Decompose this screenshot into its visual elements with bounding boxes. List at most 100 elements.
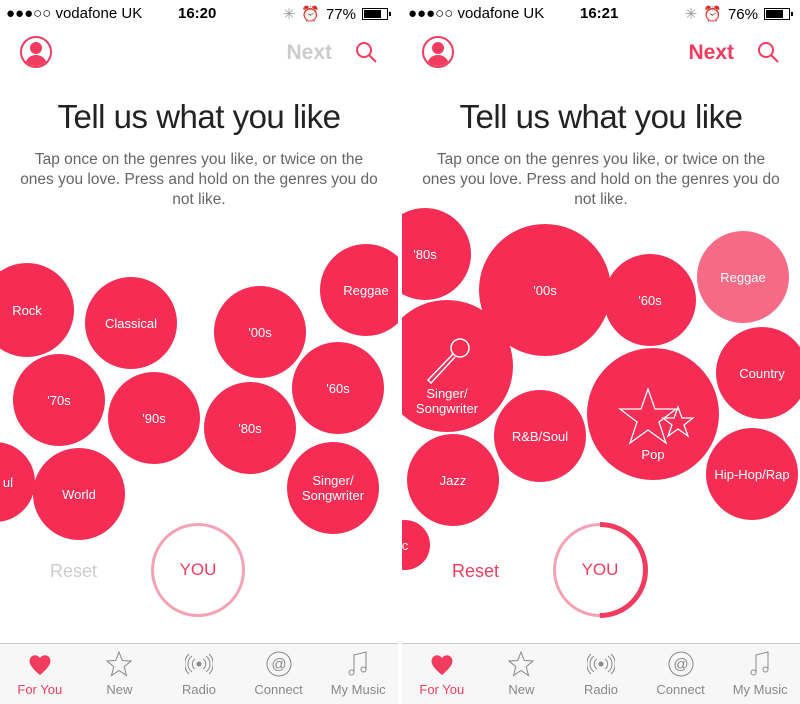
tab-for-you[interactable]: For You: [0, 644, 80, 704]
genre-label: c: [402, 537, 409, 553]
profile-button[interactable]: [422, 36, 454, 68]
instructions: Tap once on the genres you like, or twic…: [422, 151, 780, 208]
radio-icon: [184, 653, 213, 675]
tab-label: New: [106, 682, 133, 697]
you-progress[interactable]: YOU: [150, 522, 246, 618]
tab-bar: For You New Radio @ Connect My Music: [0, 643, 398, 704]
genre-label: R&B/Soul: [511, 428, 569, 444]
battery-percent: 76%: [727, 5, 758, 23]
genre-label: '70s: [47, 392, 71, 408]
tab-label: My Music: [330, 682, 386, 697]
tab-label: For You: [419, 682, 465, 697]
tab-label: New: [508, 682, 535, 697]
genre-label: Reggae: [343, 282, 389, 298]
radio-icon: [586, 653, 615, 675]
you-label: YOU: [581, 560, 619, 579]
tab-radio[interactable]: Radio: [159, 644, 239, 704]
genre-label: Jazz: [439, 472, 467, 488]
battery-percent: 77%: [325, 5, 356, 23]
genre-bubble[interactable]: Reggae: [320, 244, 398, 336]
battery-icon: [764, 8, 793, 20]
genre-bubble[interactable]: Reggae: [697, 231, 789, 323]
genre-label: Classical: [104, 315, 157, 331]
genre-bubble[interactable]: Jazz: [407, 434, 499, 526]
genre-label: '60s: [638, 292, 662, 308]
genre-bubble[interactable]: Hip-Hop/Rap: [706, 428, 798, 520]
carrier: ●●●○○ vodafone UK: [6, 5, 143, 22]
status-bar: ●●●○○ vodafone UK 16:20 ✳ ⏰ 77%: [0, 0, 398, 28]
reset-button[interactable]: Reset: [50, 561, 97, 582]
genre-label: '00s: [248, 324, 272, 340]
genre-bubble[interactable]: '60s: [604, 254, 696, 346]
heart-icon: [431, 655, 453, 675]
genre-label: World: [62, 486, 96, 502]
star-icon: [106, 650, 133, 677]
genre-bubble[interactable]: Singer/Songwriter: [287, 442, 379, 534]
genre-bubble[interactable]: '60s: [292, 342, 384, 434]
tab-radio[interactable]: Radio: [561, 644, 641, 704]
alarm-icon: ⏰: [301, 6, 320, 23]
carrier: ●●●○○ vodafone UK: [408, 5, 545, 22]
search-icon[interactable]: [354, 40, 378, 64]
genre-bubble[interactable]: R&B/Soul: [494, 390, 586, 482]
tab-connect[interactable]: @ Connect: [641, 644, 721, 704]
genre-bubble[interactable]: ul: [0, 442, 35, 522]
genre-bubble[interactable]: Rock: [0, 263, 74, 357]
screen-after: ●●●○○ vodafone UK 16:21 ✳ ⏰ 76% Next Tell …: [402, 0, 800, 704]
genre-bubble[interactable]: Pop: [587, 348, 719, 480]
tab-label: Connect: [254, 682, 303, 697]
genre-bubble[interactable]: '00s: [214, 286, 306, 378]
genre-label: Reggae: [720, 269, 766, 285]
screen-before: ●●●○○ vodafone UK 16:20 ✳ ⏰ 77% Next Tell …: [0, 0, 398, 704]
genre-bubble[interactable]: Country: [716, 327, 800, 419]
svg-text:@: @: [271, 656, 286, 673]
tab-for-you[interactable]: For You: [402, 644, 482, 704]
genre-label: '80s: [413, 246, 437, 262]
tab-connect[interactable]: @ Connect: [239, 644, 319, 704]
genre-label: '60s: [326, 380, 350, 396]
search-icon[interactable]: [756, 40, 780, 64]
genre-label: ul: [2, 474, 13, 490]
clock: 16:21: [580, 5, 619, 22]
alarm-icon: ⏰: [703, 6, 722, 23]
page-title: Tell us what you like: [57, 98, 341, 135]
tab-label: Connect: [656, 682, 705, 697]
music-note-icon: [750, 651, 769, 676]
genre-label: '90s: [142, 410, 166, 426]
tab-new[interactable]: New: [80, 644, 160, 704]
next-button[interactable]: Next: [286, 41, 332, 65]
genre-bubble[interactable]: Classical: [85, 277, 177, 369]
genre-label: Singer/Songwriter: [301, 473, 365, 503]
at-icon: @: [668, 651, 694, 677]
instructions: Tap once on the genres you like, or twic…: [20, 151, 378, 208]
status-bar: ●●●○○ vodafone UK 16:21 ✳ ⏰ 76%: [402, 0, 800, 28]
tab-my-music[interactable]: My Music: [318, 644, 398, 704]
battery-icon: [362, 8, 391, 20]
genre-bubble[interactable]: '70s: [13, 354, 105, 446]
tab-label: My Music: [732, 682, 788, 697]
genre-bubble[interactable]: World: [33, 448, 125, 540]
genre-bubble[interactable]: c: [402, 520, 430, 570]
next-button[interactable]: Next: [688, 41, 734, 65]
at-icon: @: [266, 651, 292, 677]
tab-new[interactable]: New: [482, 644, 562, 704]
microphone-icon: [426, 338, 470, 385]
tab-label: Radio: [182, 682, 216, 697]
reset-button[interactable]: Reset: [452, 561, 499, 582]
profile-button[interactable]: [20, 36, 52, 68]
tab-my-music[interactable]: My Music: [720, 644, 800, 704]
genre-bubble[interactable]: '80s: [204, 382, 296, 474]
person-icon: [426, 42, 450, 66]
genre-bubble[interactable]: '80s: [402, 208, 471, 300]
genre-bubble[interactable]: '90s: [108, 372, 200, 464]
genre-label: '80s: [238, 420, 262, 436]
clock: 16:20: [178, 5, 217, 22]
stars-icon: [618, 386, 695, 445]
you-progress[interactable]: YOU: [552, 522, 648, 618]
you-label: YOU: [179, 560, 217, 579]
music-note-icon: [348, 651, 367, 676]
heart-icon: [29, 655, 51, 675]
genre-label: Pop: [641, 446, 665, 462]
activity-icon: ✳: [282, 6, 296, 23]
svg-text:@: @: [673, 656, 688, 673]
